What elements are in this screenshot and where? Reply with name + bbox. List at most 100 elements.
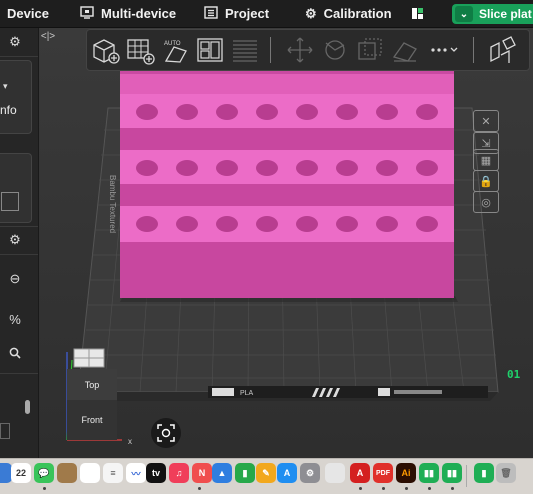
running-indicator <box>451 487 454 490</box>
messages-app[interactable]: 💬 <box>34 463 54 483</box>
info-label: nfo <box>0 103 17 117</box>
pages-app[interactable]: ✎ <box>256 463 276 483</box>
lock-plate-icon[interactable]: 🔒 <box>473 170 499 192</box>
slice-plate-label: Slice plat <box>479 7 532 21</box>
divider <box>0 373 38 374</box>
top-bar: Device Multi-device Project ⚙ Calibratio… <box>0 0 533 28</box>
model-tier-3-face <box>120 242 454 298</box>
textedit-app[interactable]: ≡ <box>103 463 123 483</box>
device-tab-label: Device <box>7 6 49 21</box>
reminders-app[interactable] <box>80 463 100 483</box>
calendar-day: 22 <box>15 468 26 478</box>
device-tab[interactable]: Device <box>7 0 49 27</box>
multi-device-icon <box>80 5 94 22</box>
filament-swatch[interactable] <box>1 192 19 211</box>
multi-device-tab[interactable]: Multi-device <box>80 0 176 27</box>
running-indicator <box>428 487 431 490</box>
plate-filament-label: PLA <box>240 390 254 397</box>
slice-plate-button[interactable]: ⌄ Slice plat <box>452 4 533 24</box>
music-app[interactable]: ♫ <box>169 463 189 483</box>
running-indicator <box>359 487 362 490</box>
toolbar-separator <box>270 37 271 63</box>
model-tier-2 <box>120 150 454 186</box>
auto-orient-icon[interactable]: AUTO <box>160 35 190 65</box>
layout-toggle[interactable] <box>411 0 424 27</box>
running-indicator <box>198 487 201 490</box>
filament-card[interactable] <box>0 153 32 223</box>
running-indicator <box>405 487 408 490</box>
model-tier-3 <box>120 206 454 244</box>
divider <box>0 56 38 57</box>
minus-circle-icon[interactable]: ⊖ <box>6 270 24 288</box>
bambu-handy-app[interactable]: ▮▮ <box>442 463 462 483</box>
running-indicator <box>382 487 385 490</box>
gear-icon: ⚙ <box>305 5 317 21</box>
project-icon <box>204 5 218 22</box>
search-icon[interactable] <box>6 344 24 362</box>
settings-gear-icon[interactable]: ⚙ <box>6 33 24 51</box>
bambu-studio-app[interactable]: ▮▮ <box>419 463 439 483</box>
model-tier-1 <box>120 94 454 130</box>
rotate-icon[interactable] <box>320 35 350 65</box>
calendar-app[interactable]: 22 <box>11 463 31 483</box>
calibration-tab[interactable]: ⚙ Calibration <box>305 0 392 27</box>
chevron-down-icon[interactable]: ⌄ <box>455 6 473 22</box>
keynote-app[interactable]: ▲ <box>212 463 232 483</box>
arrange-icon[interactable] <box>195 35 225 65</box>
plate-number[interactable]: 01 <box>507 368 520 381</box>
macos-dock: 22 💬 ≡ 〰 tv ♫ N ▲ ▮ ✎ A ⚙ A PDF Ai ▮▮ ▮▮… <box>0 458 533 494</box>
focus-icon <box>157 424 175 442</box>
preview-app[interactable] <box>325 463 345 483</box>
delete-plate-icon[interactable]: ✕ <box>473 110 499 132</box>
sidebar-edge-box <box>0 423 10 439</box>
printer-info-card[interactable]: ▾ nfo <box>0 60 32 134</box>
dock-separator <box>466 465 467 487</box>
multi-device-tab-label: Multi-device <box>101 6 177 21</box>
lay-on-face-icon[interactable] <box>390 35 420 65</box>
left-sidebar: ⚙ ▾ nfo ⚙ ⊖ % <box>0 28 39 458</box>
layers-icon[interactable] <box>230 35 260 65</box>
layout-icon <box>412 8 423 19</box>
process-settings-gear-icon[interactable]: ⚙ <box>6 231 24 249</box>
numbers-app[interactable]: ▮ <box>235 463 255 483</box>
trash-icon[interactable]: 🗑 <box>496 463 516 483</box>
pdf-app-label: PDF <box>376 469 390 477</box>
toolbar-separator <box>473 37 474 63</box>
plate-settings-icon[interactable]: ◎ <box>473 191 499 213</box>
freeform-app[interactable]: 〰 <box>126 463 146 483</box>
zoom-to-fit-button[interactable] <box>151 418 181 448</box>
collapse-sidebar-button[interactable]: <|> <box>40 29 56 43</box>
svg-text:AUTO: AUTO <box>164 41 181 47</box>
add-object-icon[interactable] <box>90 35 120 65</box>
view-cube-front-label: Front <box>81 415 103 425</box>
project-tab[interactable]: Project <box>204 0 269 27</box>
sidebar-scrollbar[interactable] <box>25 400 30 414</box>
move-icon[interactable] <box>285 35 315 65</box>
system-settings-app[interactable]: ⚙ <box>300 463 320 483</box>
view-cube-top[interactable]: Top <box>67 369 117 400</box>
bambu-minimized-window[interactable]: ▮ <box>474 463 494 483</box>
news-app[interactable]: N <box>192 463 212 483</box>
add-plate-icon[interactable] <box>125 35 155 65</box>
stepped-holder-model[interactable] <box>120 66 454 298</box>
divider <box>0 254 38 255</box>
percent-icon[interactable]: % <box>6 310 24 328</box>
arrange-plate-icon[interactable]: ▦ <box>473 149 499 171</box>
divider <box>0 226 38 227</box>
view-cube-top-label: Top <box>84 379 100 390</box>
apple-tv-app[interactable]: tv <box>146 463 166 483</box>
object-toolbar: AUTO <box>86 29 530 71</box>
view-cube-front[interactable]: Front <box>67 400 117 440</box>
split-to-objects-icon[interactable] <box>487 35 517 65</box>
pdf-app[interactable]: PDF <box>373 463 393 483</box>
plate-fine-text <box>394 390 442 394</box>
project-tab-label: Project <box>225 6 270 21</box>
illustrator-app[interactable]: Ai <box>396 463 416 483</box>
x-axis-label: x <box>128 437 132 446</box>
more-tools-icon[interactable] <box>425 35 465 65</box>
notes-folder-app[interactable] <box>57 463 77 483</box>
app-store-app[interactable]: A <box>277 463 297 483</box>
plate-side-text: Bambu Textured <box>108 175 117 233</box>
scale-icon[interactable] <box>355 35 385 65</box>
acrobat-app[interactable]: A <box>350 463 370 483</box>
